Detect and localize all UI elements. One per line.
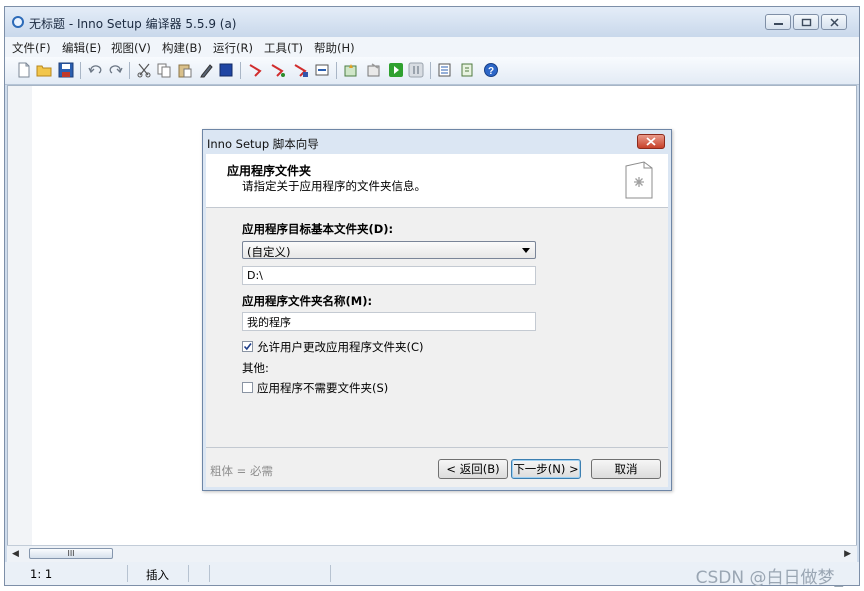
save-icon[interactable]	[58, 62, 74, 78]
wizard-icon[interactable]	[343, 62, 359, 78]
header-title: 应用程序文件夹	[227, 164, 312, 178]
minimize-button[interactable]	[765, 14, 791, 30]
app-icon	[12, 16, 24, 28]
menu-build[interactable]: 构建(B)	[162, 40, 202, 56]
menu-bar: 文件(F) 编辑(E) 视图(V) 构建(B) 运行(R) 工具(T) 帮助(H…	[5, 37, 859, 57]
cursor-position: 1: 1	[30, 567, 53, 581]
title-bar: 无标题 - Inno Setup 编译器 5.5.9 (a)	[5, 7, 859, 37]
folder-name-input[interactable]	[243, 313, 535, 330]
select-all-icon[interactable]	[218, 62, 234, 78]
run-icon[interactable]	[388, 62, 404, 78]
dialog-header: 应用程序文件夹 请指定关于应用程序的文件夹信息。	[206, 154, 668, 207]
menu-edit[interactable]: 编辑(E)	[62, 40, 101, 56]
folder-name-field[interactable]	[242, 312, 536, 331]
back-button[interactable]: < 返回(B)	[438, 459, 508, 479]
menu-help[interactable]: 帮助(H)	[314, 40, 355, 56]
line-gutter	[8, 86, 32, 546]
script-icon[interactable]	[459, 62, 475, 78]
redo-icon[interactable]	[108, 62, 124, 78]
custom-path-input[interactable]	[243, 267, 535, 284]
scroll-thumb[interactable]: III	[29, 548, 113, 559]
menu-file[interactable]: 文件(F)	[12, 40, 51, 56]
pause-icon[interactable]	[408, 62, 424, 78]
header-subtitle: 请指定关于应用程序的文件夹信息。	[242, 179, 426, 193]
output-icon[interactable]	[314, 62, 330, 78]
setup-icon[interactable]	[366, 62, 382, 78]
paste-icon[interactable]	[177, 62, 193, 78]
stop-compile-icon[interactable]	[293, 62, 309, 78]
other-label: 其他:	[242, 361, 269, 375]
minimize-icon	[774, 23, 783, 25]
dialog-close-button[interactable]	[637, 134, 665, 149]
close-icon	[830, 18, 839, 27]
maximize-icon	[801, 18, 812, 27]
svg-text:?: ?	[488, 66, 494, 77]
window-title: 无标题 - Inno Setup 编译器 5.5.9 (a)	[29, 17, 237, 31]
next-button[interactable]: 下一步(N) >	[511, 459, 581, 479]
dialog-body: 应用程序目标基本文件夹(D): (自定义) 应用程序文件夹名称(M): 允许用户…	[206, 207, 668, 447]
insert-mode: 插入	[146, 568, 169, 582]
base-folder-select[interactable]: (自定义)	[242, 241, 536, 259]
cut-icon[interactable]	[136, 62, 152, 78]
status-bar: 1: 1 插入 CSDN @白日做梦_	[5, 562, 859, 588]
watermark: CSDN @白日做梦_	[695, 568, 843, 588]
compile-all-icon[interactable]	[270, 62, 286, 78]
pencil-icon[interactable]	[199, 62, 215, 78]
dialog-footer: 粗体 = 必需 < 返回(B) 下一步(N) > 取消	[206, 447, 668, 487]
help-icon[interactable]: ?	[483, 62, 499, 78]
custom-path-field[interactable]	[242, 266, 536, 285]
no-folder-label[interactable]: 应用程序不需要文件夹(S)	[257, 380, 388, 396]
script-wizard-dialog: Inno Setup 脚本向导 应用程序文件夹 请指定关于应用程序的文件夹信息。…	[202, 129, 672, 491]
scroll-right-icon[interactable]: ▶	[844, 549, 851, 559]
horizontal-scrollbar[interactable]: ◀ III ▶	[7, 545, 857, 562]
allow-change-label[interactable]: 允许用户更改应用程序文件夹(C)	[257, 339, 424, 355]
required-hint: 粗体 = 必需	[210, 464, 273, 478]
allow-change-checkbox[interactable]	[242, 341, 253, 352]
undo-icon[interactable]	[87, 62, 103, 78]
open-folder-icon[interactable]	[36, 62, 52, 78]
cancel-button[interactable]: 取消	[591, 459, 661, 479]
menu-view[interactable]: 视图(V)	[111, 40, 151, 56]
maximize-button[interactable]	[793, 14, 819, 30]
base-folder-label: 应用程序目标基本文件夹(D):	[242, 222, 394, 236]
checkmark-icon	[243, 343, 252, 351]
close-icon	[646, 137, 656, 146]
base-folder-selected: (自定义)	[247, 245, 291, 259]
no-folder-checkbox[interactable]	[242, 382, 253, 393]
copy-icon[interactable]	[156, 62, 172, 78]
menu-run[interactable]: 运行(R)	[213, 40, 253, 56]
scroll-left-icon[interactable]: ◀	[12, 549, 19, 559]
target-icon[interactable]	[437, 62, 453, 78]
wizard-page-icon	[625, 161, 653, 199]
chevron-down-icon	[522, 248, 530, 253]
dialog-title: Inno Setup 脚本向导	[207, 137, 319, 151]
compile-icon[interactable]	[247, 62, 263, 78]
new-file-icon[interactable]	[16, 62, 32, 78]
folder-name-label: 应用程序文件夹名称(M):	[242, 294, 373, 308]
toolbar: ?	[5, 57, 859, 85]
menu-tools[interactable]: 工具(T)	[264, 40, 303, 56]
close-button[interactable]	[821, 14, 847, 30]
